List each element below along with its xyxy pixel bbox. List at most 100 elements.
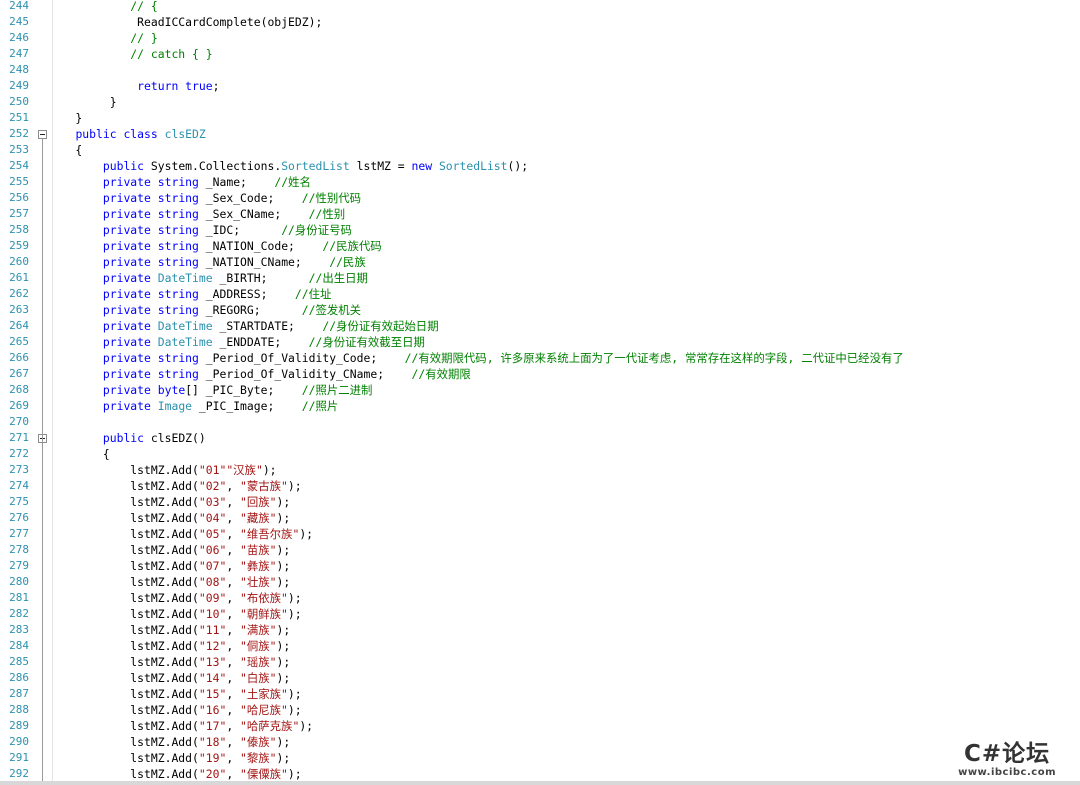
string-token: "02" — [198, 479, 227, 493]
code-line[interactable]: 269 private Image _PIC_Image; //照片 — [0, 398, 1080, 414]
code-text: // { — [48, 0, 157, 14]
code-line[interactable]: 256 private string _Sex_Code; //性别代码 — [0, 190, 1080, 206]
code-line[interactable]: 283 lstMZ.Add("11", "满族"); — [0, 622, 1080, 638]
keyword-token: private — [102, 271, 151, 285]
plain-token: lstMZ.Add( — [48, 591, 199, 605]
code-line[interactable]: 281 lstMZ.Add("09", "布依族"); — [0, 590, 1080, 606]
code-line[interactable]: 292 lstMZ.Add("20", "傈僳族"); — [0, 766, 1080, 781]
code-line[interactable]: 291 lstMZ.Add("19", "黎族"); — [0, 750, 1080, 766]
plain-token: ); — [287, 607, 302, 621]
code-line[interactable]: 265 private DateTime _ENDDATE; //身份证有效截至… — [0, 334, 1080, 350]
plain-token: lstMZ.Add( — [48, 751, 199, 765]
line-number: 278 — [9, 543, 29, 556]
code-line[interactable]: 289 lstMZ.Add("17", "哈萨克族"); — [0, 718, 1080, 734]
code-text: public class clsEDZ — [48, 126, 205, 142]
plain-token: [] _PIC_Byte; — [185, 383, 302, 397]
plain-token: , — [226, 495, 241, 509]
code-line[interactable]: 273 lstMZ.Add("01""汉族"); — [0, 462, 1080, 478]
plain-token: _ADDRESS; — [198, 287, 295, 301]
line-number: 257 — [9, 207, 29, 220]
code-line[interactable]: 271 public clsEDZ() — [0, 430, 1080, 446]
plain-token: lstMZ.Add( — [48, 719, 199, 733]
comment-token: //民族 — [329, 255, 366, 269]
code-editor[interactable]: 244 // {245 ReadICCardComplete(objEDZ); 2… — [0, 0, 1080, 781]
string-token: "壮族" — [240, 575, 277, 589]
plain-token: _Period_Of_Validity_Code; — [198, 351, 405, 365]
code-line[interactable]: 254 public System.Collections.SortedList… — [0, 158, 1080, 174]
code-line[interactable]: 279 lstMZ.Add("07", "彝族"); — [0, 558, 1080, 574]
keyword-token: string — [157, 287, 199, 301]
code-line[interactable]: 255 private string _Name; //姓名 — [0, 174, 1080, 190]
code-line[interactable]: 246 // } — [0, 30, 1080, 46]
line-number: 259 — [9, 239, 29, 252]
code-line[interactable]: 272 { — [0, 446, 1080, 462]
code-line[interactable]: 268 private byte[] _PIC_Byte; //照片二进制 — [0, 382, 1080, 398]
code-line[interactable]: 287 lstMZ.Add("15", "土家族"); — [0, 686, 1080, 702]
code-line[interactable]: 251 } — [0, 110, 1080, 126]
code-line[interactable]: 282 lstMZ.Add("10", "朝鲜族"); — [0, 606, 1080, 622]
code-text: } — [48, 94, 117, 110]
line-number: 250 — [9, 95, 29, 108]
code-line[interactable]: 264 private DateTime _STARTDATE; //身份证有效… — [0, 318, 1080, 334]
code-line[interactable]: 284 lstMZ.Add("12", "侗族"); — [0, 638, 1080, 654]
code-line[interactable]: 286 lstMZ.Add("14", "白族"); — [0, 670, 1080, 686]
code-line[interactable]: 288 lstMZ.Add("16", "哈尼族"); — [0, 702, 1080, 718]
string-token: "苗族" — [240, 543, 277, 557]
code-line[interactable]: 263 private string _REGORG; //签发机关 — [0, 302, 1080, 318]
code-line[interactable]: 247 // catch { } — [0, 46, 1080, 62]
code-line[interactable]: 250 } — [0, 94, 1080, 110]
code-line[interactable]: 261 private DateTime _BIRTH; //出生日期 — [0, 270, 1080, 286]
comment-token: //性别 — [308, 207, 346, 221]
code-line[interactable]: 276 lstMZ.Add("04", "藏族"); — [0, 510, 1080, 526]
plain-token: _Sex_CName; — [198, 207, 309, 221]
code-line[interactable]: 270 — [0, 414, 1080, 430]
code-line[interactable]: 267 private string _Period_Of_Validity_C… — [0, 366, 1080, 382]
string-token: "朝鲜族" — [240, 607, 288, 621]
comment-token: //身份证有效截至日期 — [308, 335, 425, 349]
code-line[interactable]: 275 lstMZ.Add("03", "回族"); — [0, 494, 1080, 510]
line-number: 270 — [9, 415, 29, 428]
plain-token: ); — [276, 639, 291, 653]
code-line[interactable]: 259 private string _NATION_Code; //民族代码 — [0, 238, 1080, 254]
string-token: "哈尼族" — [240, 703, 288, 717]
code-line[interactable]: 274 lstMZ.Add("02", "蒙古族"); — [0, 478, 1080, 494]
line-number: 266 — [9, 351, 29, 364]
code-line[interactable]: 253 { — [0, 142, 1080, 158]
plain-token: , — [226, 543, 241, 557]
plain-token: ); — [276, 543, 291, 557]
horizontal-scrollbar[interactable] — [0, 781, 1080, 785]
code-line[interactable]: 249 return true; — [0, 78, 1080, 94]
code-line[interactable]: 262 private string _ADDRESS; //住址 — [0, 286, 1080, 302]
string-token: "傣族" — [240, 735, 277, 749]
code-line[interactable]: 290 lstMZ.Add("18", "傣族"); — [0, 734, 1080, 750]
comment-token: //有效期限代码, 许多原来系统上面为了一代证考虑, 常常存在这样的字段, 二代… — [404, 351, 904, 365]
string-token: "傈僳族" — [240, 767, 288, 781]
plain-token: ); — [287, 687, 302, 701]
string-token: "蒙古族" — [240, 479, 288, 493]
code-line[interactable]: 260 private string _NATION_CName; //民族 — [0, 254, 1080, 270]
plain-token: ); — [276, 671, 291, 685]
code-line[interactable]: 245 ReadICCardComplete(objEDZ); — [0, 14, 1080, 30]
code-line[interactable]: 258 private string _IDC; //身份证号码 — [0, 222, 1080, 238]
code-line[interactable]: 244 // { — [0, 0, 1080, 14]
code-line[interactable]: 266 private string _Period_Of_Validity_C… — [0, 350, 1080, 366]
code-line[interactable]: 277 lstMZ.Add("05", "维吾尔族"); — [0, 526, 1080, 542]
code-line[interactable]: 285 lstMZ.Add("13", "瑶族"); — [0, 654, 1080, 670]
plain-token: _ENDDATE; — [212, 335, 309, 349]
code-line[interactable]: 280 lstMZ.Add("08", "壮族"); — [0, 574, 1080, 590]
keyword-token: private — [102, 399, 151, 413]
code-text: lstMZ.Add("09", "布依族"); — [48, 590, 301, 606]
code-text: lstMZ.Add("11", "满族"); — [48, 622, 290, 638]
code-line[interactable]: 248 — [0, 62, 1080, 78]
string-token: "14" — [198, 671, 227, 685]
code-line[interactable]: 278 lstMZ.Add("06", "苗族"); — [0, 542, 1080, 558]
type-token: DateTime — [157, 319, 213, 333]
code-line[interactable]: 252 public class clsEDZ — [0, 126, 1080, 142]
plain-token: ); — [299, 527, 314, 541]
code-text: lstMZ.Add("20", "傈僳族"); — [48, 766, 301, 781]
code-line[interactable]: 257 private string _Sex_CName; //性别 — [0, 206, 1080, 222]
